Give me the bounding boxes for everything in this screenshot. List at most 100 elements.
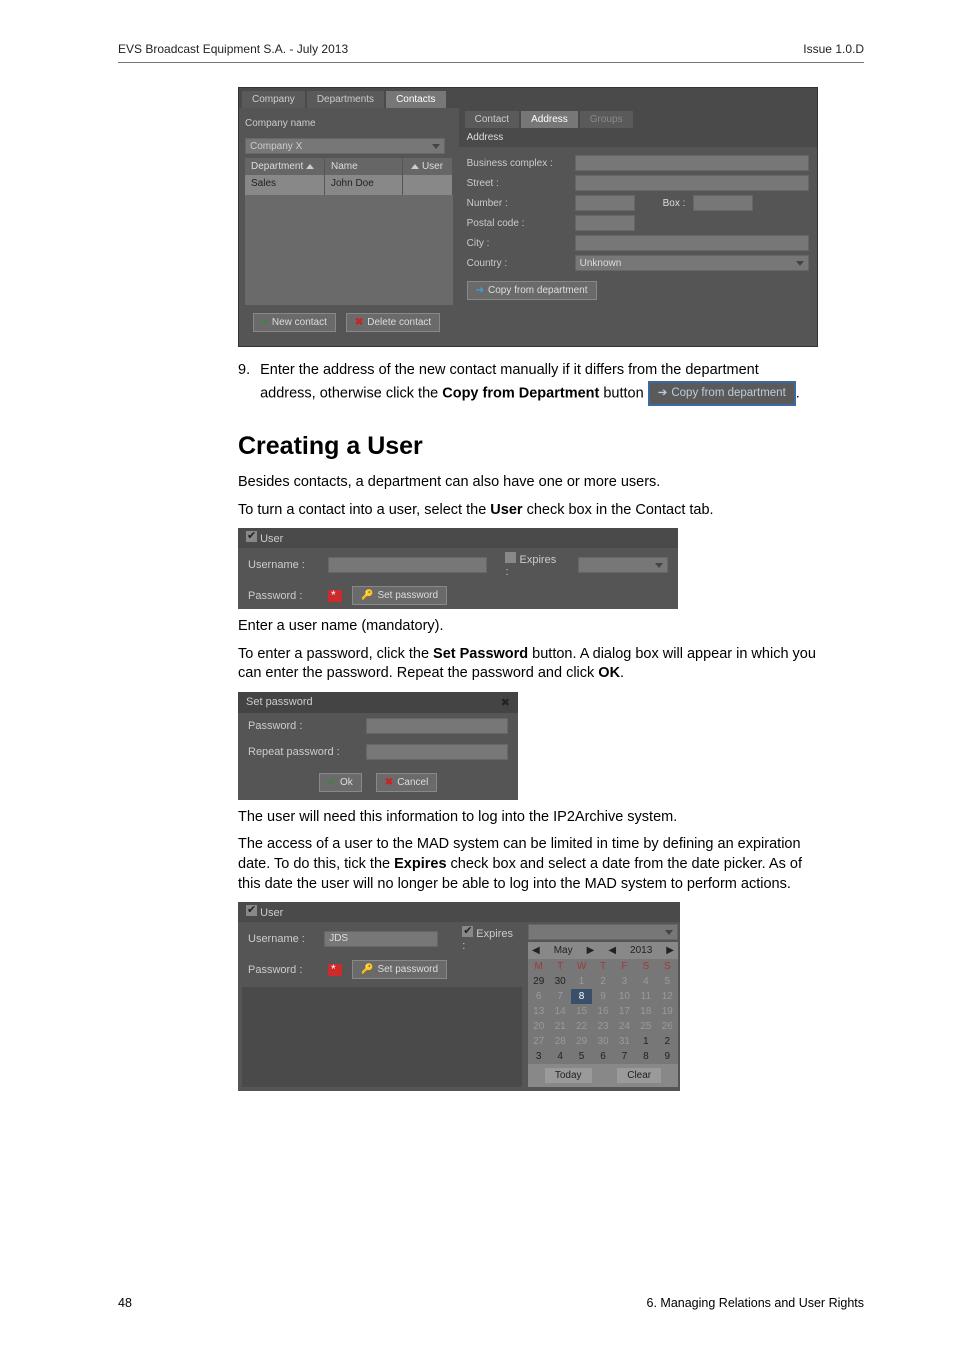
cal-day[interactable]: 22 [571, 1019, 592, 1034]
cal-day[interactable]: 4 [635, 974, 656, 989]
clear-password-icon[interactable] [328, 964, 342, 976]
cal-day[interactable]: 7 [614, 1049, 635, 1064]
expires-bold: Expires [394, 856, 446, 872]
clear-password-icon[interactable] [328, 590, 342, 602]
cal-day[interactable]: 16 [592, 1004, 613, 1019]
box-input[interactable] [693, 195, 753, 211]
business-complex-input[interactable] [575, 155, 809, 171]
set-password-bold: Set Password [433, 646, 528, 662]
username-input[interactable] [328, 557, 488, 573]
new-contact-button[interactable]: +New contact [253, 313, 336, 332]
cal-day[interactable]: 28 [549, 1034, 570, 1049]
dow: M [528, 959, 549, 974]
cal-day[interactable]: 2 [592, 974, 613, 989]
cal-day[interactable]: 27 [528, 1034, 549, 1049]
cal-day[interactable]: 29 [528, 974, 549, 989]
date-picker[interactable]: ◀ May ▶ ◀ 2013 ▶ MTWTFSS 293012345 67891… [528, 942, 678, 1087]
country-select[interactable]: Unknown [575, 255, 809, 271]
cal-day[interactable]: 10 [614, 989, 635, 1004]
cal-day[interactable]: 11 [635, 989, 656, 1004]
para-3: Enter a user name (mandatory). [238, 617, 818, 637]
cal-day[interactable]: 30 [549, 974, 570, 989]
cal-day[interactable]: 26 [657, 1019, 678, 1034]
street-input[interactable] [575, 175, 809, 191]
cal-day-selected[interactable]: 8 [571, 989, 592, 1004]
cal-day[interactable]: 20 [528, 1019, 549, 1034]
cal-day[interactable]: 15 [571, 1004, 592, 1019]
cal-day[interactable]: 9 [657, 1049, 678, 1064]
cal-day[interactable]: 24 [614, 1019, 635, 1034]
ok-bold: OK [598, 665, 620, 681]
cal-day[interactable]: 5 [657, 974, 678, 989]
user-checkbox[interactable] [422, 178, 433, 189]
set-password-button[interactable]: 🔑Set password [352, 586, 447, 605]
cal-day[interactable]: 9 [592, 989, 613, 1004]
cal-day[interactable]: 8 [635, 1049, 656, 1064]
password-input[interactable] [366, 718, 508, 734]
cal-day[interactable]: 12 [657, 989, 678, 1004]
chevron-down-icon[interactable] [796, 261, 804, 266]
tab-departments[interactable]: Departments [307, 91, 384, 108]
chevron-down-icon[interactable] [432, 144, 440, 149]
dow: S [635, 959, 656, 974]
cal-day[interactable]: 7 [549, 989, 570, 1004]
set-password-button[interactable]: 🔑Set password [352, 960, 447, 979]
tab-address[interactable]: Address [521, 111, 578, 128]
cal-day[interactable]: 29 [571, 1034, 592, 1049]
col-user[interactable]: User [422, 161, 443, 172]
cal-day[interactable]: 6 [528, 989, 549, 1004]
repeat-password-input[interactable] [366, 744, 508, 760]
ok-button[interactable]: ✔Ok [319, 773, 362, 792]
close-icon[interactable]: ✖ [501, 696, 510, 709]
table-row[interactable]: Sales John Doe [245, 175, 453, 195]
cal-day[interactable]: 1 [571, 974, 592, 989]
prev-year-icon[interactable]: ◀ [608, 945, 616, 956]
label-password: Password : [248, 720, 358, 732]
cal-day[interactable]: 18 [635, 1004, 656, 1019]
cal-day[interactable]: 14 [549, 1004, 570, 1019]
cal-day[interactable]: 19 [657, 1004, 678, 1019]
tab-contact[interactable]: Contact [465, 111, 519, 128]
cal-day[interactable]: 17 [614, 1004, 635, 1019]
expires-date-select[interactable] [528, 924, 678, 940]
postal-input[interactable] [575, 215, 635, 231]
cal-day[interactable]: 25 [635, 1019, 656, 1034]
user-checkbox[interactable] [246, 531, 257, 542]
prev-month-icon[interactable]: ◀ [532, 945, 540, 956]
delete-contact-button[interactable]: ✖Delete contact [346, 313, 440, 332]
label-username: Username : [248, 559, 318, 571]
city-input[interactable] [575, 235, 809, 251]
tab-contacts[interactable]: Contacts [386, 91, 445, 108]
dow: T [592, 959, 613, 974]
username-input[interactable]: JDS [324, 931, 438, 947]
copy-from-department-button[interactable]: ➔Copy from department [467, 281, 597, 300]
cal-day[interactable]: 21 [549, 1019, 570, 1034]
expires-checkbox[interactable] [505, 552, 516, 563]
cal-day[interactable]: 31 [614, 1034, 635, 1049]
cal-day[interactable]: 1 [635, 1034, 656, 1049]
expires-date-select[interactable] [578, 557, 668, 573]
number-input[interactable] [575, 195, 635, 211]
clear-button[interactable]: Clear [617, 1068, 661, 1083]
cal-day[interactable]: 23 [592, 1019, 613, 1034]
cal-day[interactable]: 13 [528, 1004, 549, 1019]
next-year-icon[interactable]: ▶ [666, 945, 674, 956]
cal-day[interactable]: 3 [614, 974, 635, 989]
cal-day[interactable]: 3 [528, 1049, 549, 1064]
cal-day[interactable]: 4 [549, 1049, 570, 1064]
cal-day[interactable]: 6 [592, 1049, 613, 1064]
tab-company[interactable]: Company [242, 91, 305, 108]
cal-day[interactable]: 5 [571, 1049, 592, 1064]
next-month-icon[interactable]: ▶ [587, 945, 595, 956]
col-name[interactable]: Name [331, 161, 358, 172]
company-name-value[interactable]: Company X [250, 141, 302, 152]
label-number: Number : [467, 198, 567, 209]
cell-name: John Doe [325, 175, 403, 195]
user-checkbox[interactable] [246, 905, 257, 916]
cal-day[interactable]: 2 [657, 1034, 678, 1049]
cal-day[interactable]: 30 [592, 1034, 613, 1049]
today-button[interactable]: Today [545, 1068, 592, 1083]
col-department[interactable]: Department [251, 161, 303, 172]
expires-checkbox[interactable] [462, 926, 473, 937]
cancel-button[interactable]: ✖Cancel [376, 773, 438, 792]
